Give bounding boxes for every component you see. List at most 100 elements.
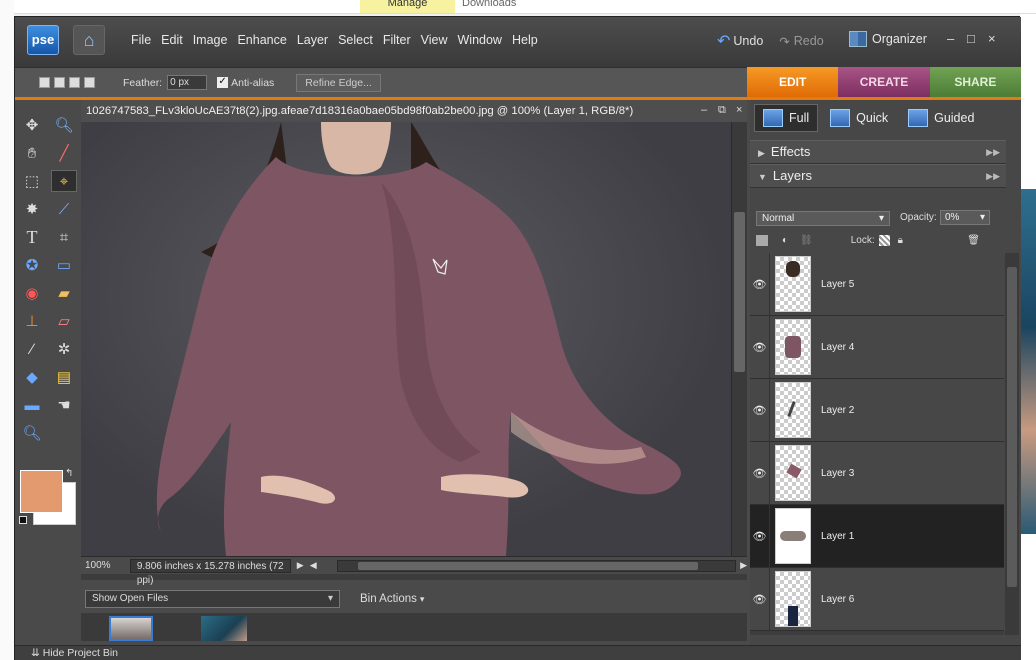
lock-transparency-icon[interactable] bbox=[878, 234, 890, 246]
view-guided-button[interactable]: Guided bbox=[900, 104, 982, 132]
add-selection-icon[interactable] bbox=[54, 77, 65, 88]
trash-icon[interactable]: 🗑︎ bbox=[967, 235, 980, 246]
default-colors-icon[interactable] bbox=[19, 516, 27, 524]
menu-help[interactable]: Help bbox=[512, 33, 538, 47]
canvas-vertical-scrollbar[interactable] bbox=[731, 122, 747, 556]
layer-row[interactable]: 👁︎ Layer 5 bbox=[750, 253, 1004, 316]
layer-row[interactable]: 👁︎ Layer 3 bbox=[750, 441, 1004, 505]
view-quick-button[interactable]: Quick bbox=[822, 104, 896, 132]
paint-bucket-icon[interactable]: ◆ bbox=[19, 366, 45, 388]
crop-icon[interactable]: ⌗ bbox=[51, 226, 77, 248]
undo-button[interactable]: Undo bbox=[733, 34, 763, 48]
organizer-button[interactable]: Organizer bbox=[849, 31, 927, 47]
move-icon[interactable]: ✥ bbox=[19, 114, 45, 136]
eye-icon[interactable]: 👁︎ bbox=[750, 315, 770, 379]
new-selection-icon[interactable] bbox=[39, 77, 50, 88]
layers-scrollbar[interactable] bbox=[1005, 253, 1019, 635]
menu-enhance[interactable]: Enhance bbox=[237, 33, 286, 47]
doc-minimize-button[interactable]: – bbox=[701, 104, 707, 116]
tab-edit[interactable]: EDIT bbox=[747, 67, 839, 97]
tab-create[interactable]: CREATE bbox=[838, 67, 930, 97]
panel-expand-icon[interactable]: ▶▶ bbox=[986, 141, 1000, 163]
scroll-right-icon[interactable]: ▶ bbox=[740, 560, 747, 571]
opacity-input[interactable]: 0% bbox=[940, 210, 990, 225]
smudge-icon[interactable]: ☚ bbox=[51, 394, 77, 416]
link-icon[interactable]: ⛓ bbox=[800, 235, 813, 246]
open-file-thumbnail[interactable] bbox=[201, 616, 247, 641]
antialias-checkbox[interactable]: ✓ Anti-alias bbox=[217, 77, 274, 89]
zoom-level[interactable]: 100% bbox=[81, 560, 130, 571]
feather-input[interactable]: 0 px bbox=[167, 75, 208, 90]
foreground-color-swatch[interactable] bbox=[20, 470, 63, 513]
redo-button[interactable]: Redo bbox=[794, 34, 824, 48]
eraser-icon[interactable]: ▱ bbox=[51, 310, 77, 332]
menu-image[interactable]: Image bbox=[193, 33, 228, 47]
menu-window[interactable]: Window bbox=[458, 33, 502, 47]
cookie-cutter-icon[interactable]: ▭ bbox=[51, 254, 77, 276]
menu-layer[interactable]: Layer bbox=[297, 33, 328, 47]
smart-brush-icon[interactable]: ✲ bbox=[51, 338, 77, 360]
hide-project-bin-button[interactable]: ⇊ Hide Project Bin bbox=[15, 645, 1021, 660]
adjustment-layer-icon[interactable]: ◐ bbox=[782, 235, 788, 246]
layers-panel-header[interactable]: ▼ Layers ▶▶ bbox=[750, 164, 1006, 188]
menu-view[interactable]: View bbox=[421, 33, 448, 47]
horizontal-scroll-thumb[interactable] bbox=[357, 561, 698, 570]
open-file-thumbnail[interactable] bbox=[109, 616, 153, 641]
layer-row[interactable]: 👁︎ Layer 2 bbox=[750, 378, 1004, 442]
panel-expand-icon[interactable]: ▶▶ bbox=[986, 165, 1000, 187]
doc-close-button[interactable]: × bbox=[736, 104, 742, 116]
maximize-button[interactable]: □ bbox=[967, 31, 975, 46]
magic-wand-icon[interactable]: ✸ bbox=[19, 198, 45, 220]
image-canvas[interactable] bbox=[81, 122, 731, 556]
menu-file[interactable]: File bbox=[131, 33, 151, 47]
layer-row[interactable]: 👁︎ Layer 1 bbox=[750, 504, 1004, 568]
scroll-left-icon[interactable]: ◀ bbox=[310, 560, 317, 571]
status-menu-arrow-icon[interactable]: ▶ bbox=[297, 560, 304, 571]
doc-restore-button[interactable]: ⧉ bbox=[718, 104, 726, 117]
rectangle-icon[interactable]: ▬ bbox=[19, 394, 45, 416]
home-icon[interactable]: ⌂ bbox=[73, 25, 105, 55]
subtract-selection-icon[interactable] bbox=[69, 77, 80, 88]
healing-brush-icon[interactable]: ▰ bbox=[51, 282, 77, 304]
marquee-icon[interactable]: ⬚ bbox=[19, 170, 45, 192]
eye-icon[interactable]: 👁︎ bbox=[750, 253, 770, 316]
refine-edge-button[interactable]: Refine Edge... bbox=[296, 73, 381, 92]
hand-icon[interactable]: ✋︎ bbox=[19, 142, 45, 164]
close-button[interactable]: × bbox=[988, 31, 996, 46]
intersect-selection-icon[interactable] bbox=[84, 77, 95, 88]
canvas-horizontal-scrollbar[interactable] bbox=[336, 559, 737, 572]
tab-share[interactable]: SHARE bbox=[929, 67, 1021, 97]
menu-filter[interactable]: Filter bbox=[383, 33, 411, 47]
blur-icon[interactable]: 🔍︎ bbox=[19, 422, 45, 444]
menu-edit[interactable]: Edit bbox=[161, 33, 183, 47]
eyedropper-icon[interactable]: ╱ bbox=[51, 142, 77, 164]
red-eye-icon[interactable]: ◉ bbox=[19, 282, 45, 304]
stamp-icon[interactable]: ⊥ bbox=[19, 310, 45, 332]
minimize-button[interactable]: – bbox=[947, 31, 954, 46]
eye-icon[interactable]: 👁︎ bbox=[750, 441, 770, 505]
gradient-icon[interactable]: ▤ bbox=[51, 366, 77, 388]
brush-icon[interactable]: ∕ bbox=[19, 338, 45, 360]
eye-icon[interactable]: 👁︎ bbox=[750, 567, 770, 631]
bin-toggle-icon: ⇊ bbox=[31, 647, 43, 659]
eye-icon[interactable]: 👁︎ bbox=[750, 504, 770, 568]
layers-scroll-thumb[interactable] bbox=[1007, 267, 1017, 587]
quick-selection-icon[interactable]: ⟋ bbox=[51, 198, 77, 220]
zoom-icon[interactable]: 🔍︎ bbox=[51, 114, 77, 136]
view-full-button[interactable]: Full bbox=[754, 104, 819, 132]
lock-icon[interactable]: 🔒︎ bbox=[898, 235, 903, 246]
vertical-scroll-thumb[interactable] bbox=[734, 212, 745, 372]
bin-actions-menu[interactable]: Bin Actions bbox=[360, 593, 417, 605]
lasso-icon[interactable]: ⌖ bbox=[51, 170, 77, 192]
eye-icon[interactable]: 👁︎ bbox=[750, 378, 770, 442]
layer-row[interactable]: 👁︎ Layer 4 bbox=[750, 315, 1004, 379]
layer-row[interactable]: 👁︎ Layer 6 bbox=[750, 567, 1004, 631]
swap-colors-icon[interactable]: ↰ bbox=[65, 468, 73, 479]
show-open-files-select[interactable]: Show Open Files bbox=[85, 590, 340, 608]
blend-mode-select[interactable]: Normal bbox=[756, 211, 890, 226]
shape-icon[interactable]: ✪ bbox=[19, 254, 45, 276]
type-icon[interactable]: T bbox=[19, 226, 45, 248]
menu-select[interactable]: Select bbox=[338, 33, 373, 47]
new-layer-icon[interactable] bbox=[756, 234, 768, 246]
effects-panel-header[interactable]: ▶ Effects ▶▶ bbox=[750, 140, 1006, 164]
